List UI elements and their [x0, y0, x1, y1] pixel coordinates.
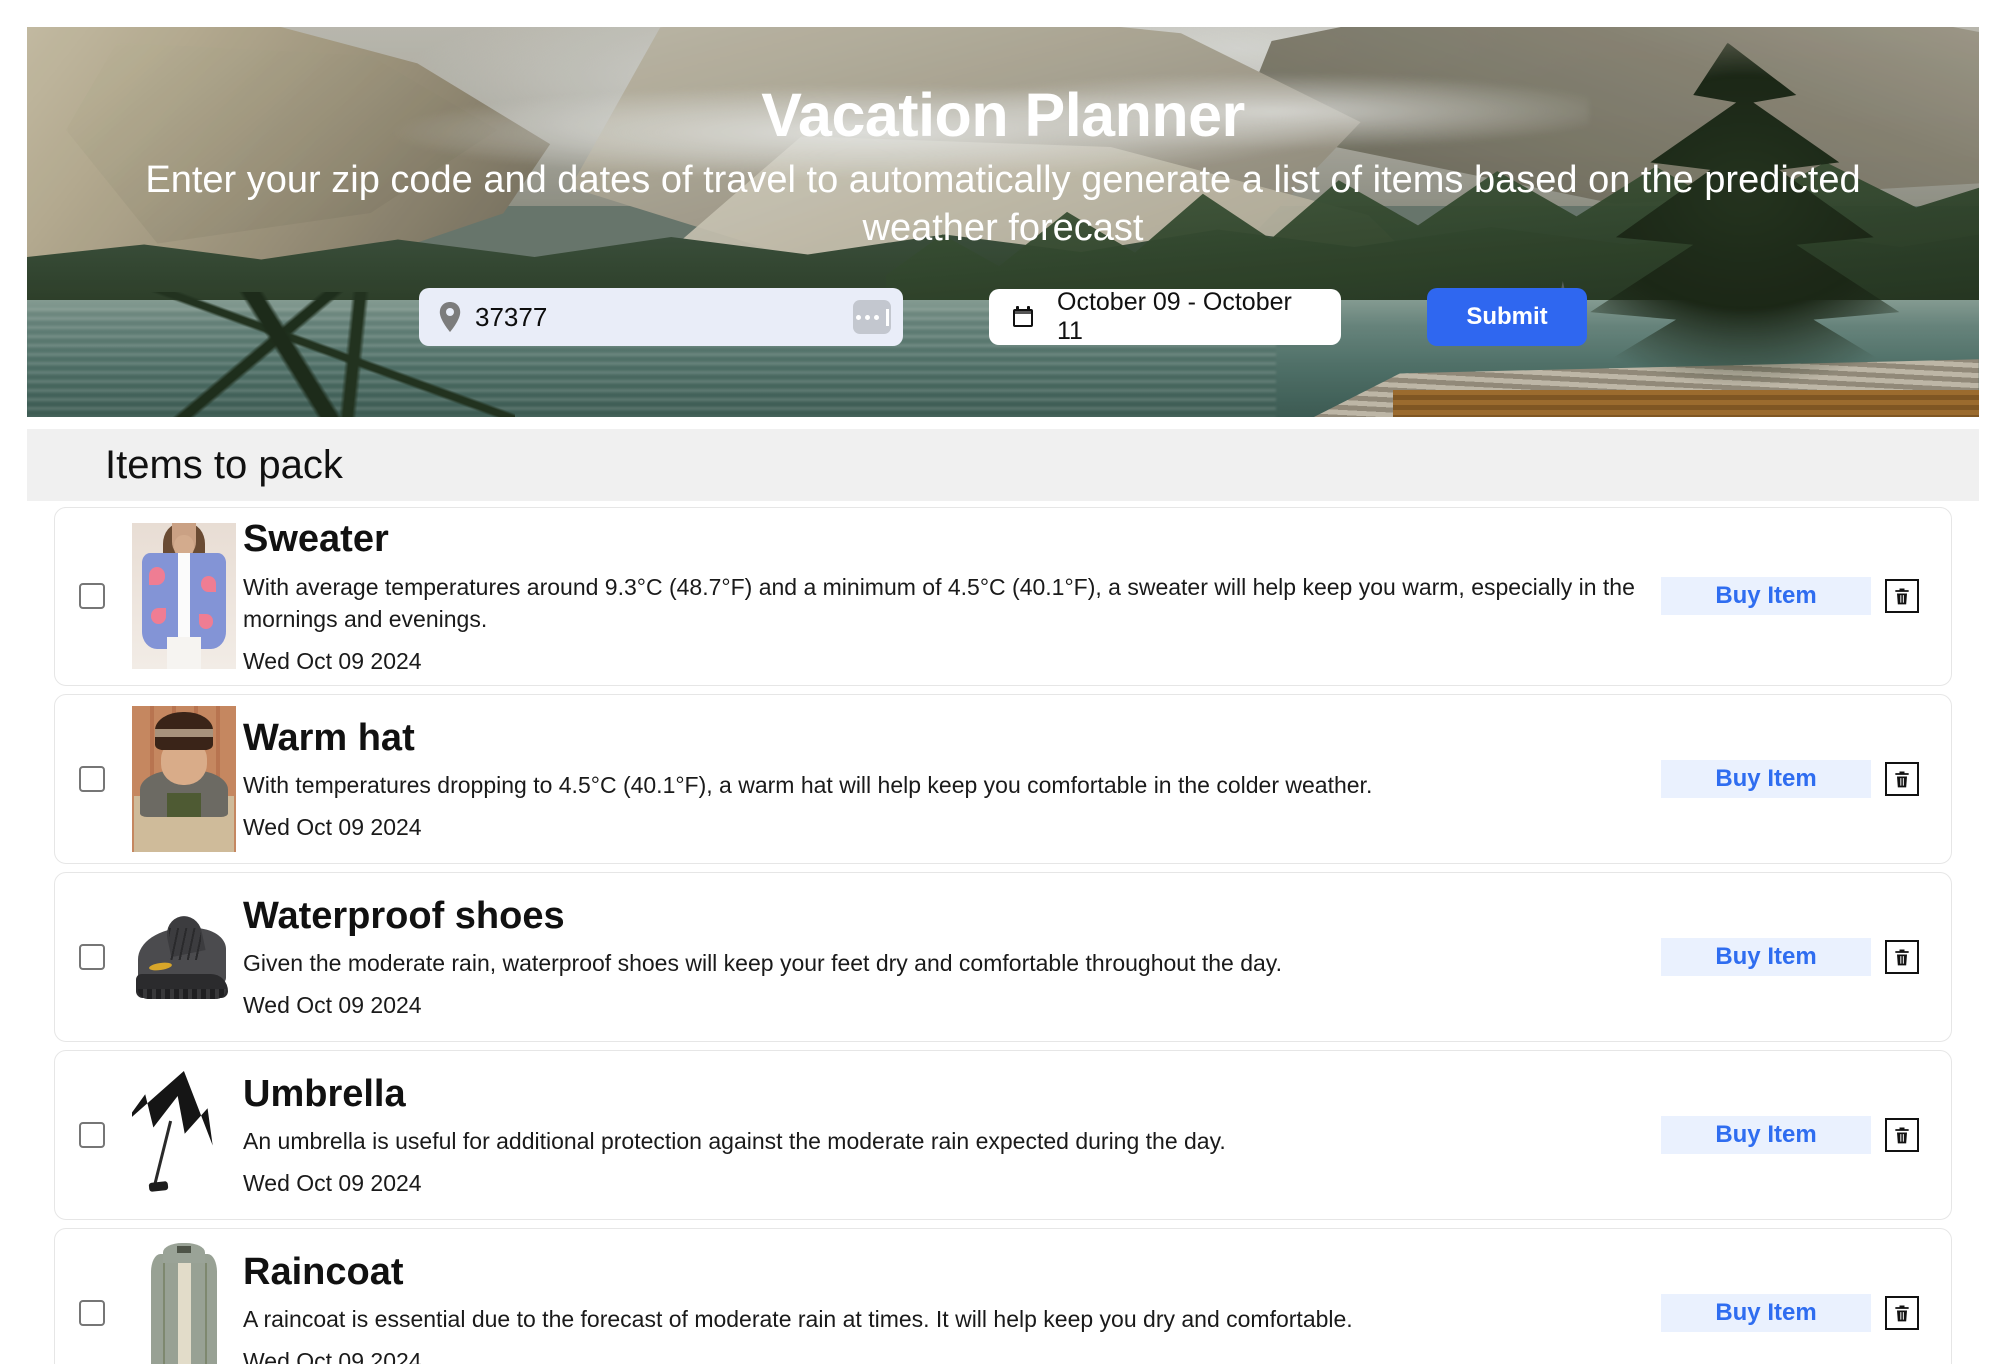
item-description: With temperatures dropping to 4.5°C (40.…	[243, 772, 1373, 799]
calendar-icon	[1011, 305, 1035, 329]
item-thumbnail	[129, 705, 239, 853]
buy-item-button[interactable]: Buy Item	[1661, 1115, 1871, 1154]
item-description: Given the moderate rain, waterproof shoe…	[243, 950, 1282, 977]
item-text-cell: Sweater With average temperatures around …	[239, 518, 1661, 675]
item-title: Raincoat	[243, 1250, 404, 1293]
trash-icon[interactable]	[1885, 579, 1919, 614]
list-header: Items to pack	[27, 429, 1979, 501]
checkbox-cell	[55, 1299, 129, 1326]
item-checkbox[interactable]	[79, 1121, 105, 1148]
item-checkbox[interactable]	[79, 1299, 105, 1326]
item-actions: Buy Item	[1661, 577, 1951, 616]
item-checkbox[interactable]	[79, 583, 105, 610]
buy-item-button[interactable]: Buy Item	[1661, 759, 1871, 798]
list-item: Umbrella An umbrella is useful for additi…	[54, 1049, 1952, 1220]
item-date: Wed Oct 09 2024	[243, 1169, 422, 1196]
item-thumbnail	[129, 1061, 239, 1209]
item-text-cell: Raincoat A raincoat is essential due to t…	[239, 1251, 1661, 1364]
trash-icon-glyph	[1895, 1305, 1909, 1322]
item-thumbnail	[129, 883, 239, 1031]
item-actions: Buy Item	[1661, 759, 1951, 798]
item-date: Wed Oct 09 2024	[243, 991, 422, 1018]
autofill-dots-icon[interactable]	[853, 300, 891, 335]
item-actions: Buy Item	[1661, 1293, 1951, 1332]
checkbox-cell	[55, 583, 129, 610]
item-date: Wed Oct 09 2024	[243, 647, 422, 674]
item-checkbox[interactable]	[79, 943, 105, 970]
item-title: Warm hat	[243, 716, 415, 759]
checkbox-cell	[55, 943, 129, 970]
trash-icon[interactable]	[1885, 939, 1919, 974]
item-actions: Buy Item	[1661, 937, 1951, 976]
trash-icon-glyph	[1895, 1127, 1909, 1144]
trash-icon-glyph	[1895, 949, 1909, 966]
list-header-title: Items to pack	[105, 442, 343, 487]
item-actions: Buy Item	[1661, 1115, 1951, 1154]
page-title: Vacation Planner	[761, 81, 1245, 149]
item-thumbnail	[129, 522, 239, 670]
item-thumbnail	[129, 1239, 239, 1364]
item-description: An umbrella is useful for additional pro…	[243, 1128, 1226, 1155]
packing-list-section: Items to pack Sweater With average temper…	[27, 429, 1979, 1364]
item-description: With average temperatures around 9.3°C (…	[243, 573, 1635, 633]
list-item: Warm hat With temperatures dropping to 4.…	[54, 693, 1952, 864]
list-item: Waterproof shoes Given the moderate rain,…	[54, 871, 1952, 1042]
item-date: Wed Oct 09 2024	[243, 1347, 422, 1364]
item-text-cell: Umbrella An umbrella is useful for additi…	[239, 1073, 1661, 1197]
trash-icon[interactable]	[1885, 761, 1919, 796]
item-title: Umbrella	[243, 1072, 406, 1115]
date-range-input[interactable]: October 09 - October 11	[1057, 288, 1319, 346]
trash-icon[interactable]	[1885, 1295, 1919, 1330]
search-form: 37377 October 09 - October 11 Submit	[419, 288, 1587, 347]
hero-banner: Vacation Planner Enter your zip code and…	[27, 27, 1979, 417]
list-item: Sweater With average temperatures around …	[54, 507, 1952, 686]
submit-button[interactable]: Submit	[1427, 288, 1587, 347]
buy-item-button[interactable]: Buy Item	[1661, 577, 1871, 616]
buy-item-button[interactable]: Buy Item	[1661, 937, 1871, 976]
location-pin-icon	[439, 302, 461, 333]
item-text-cell: Waterproof shoes Given the moderate rain,…	[239, 895, 1661, 1019]
trash-icon-glyph	[1895, 771, 1909, 788]
item-date: Wed Oct 09 2024	[243, 813, 422, 840]
item-title: Waterproof shoes	[243, 894, 565, 937]
packing-items-list: Sweater With average temperatures around …	[27, 507, 1979, 1364]
trash-icon-glyph	[1895, 588, 1909, 605]
trash-icon[interactable]	[1885, 1117, 1919, 1152]
page-subtitle: Enter your zip code and dates of travel …	[145, 159, 1861, 249]
date-range-input-wrapper[interactable]: October 09 - October 11	[989, 288, 1341, 346]
zip-input-wrapper[interactable]: 37377	[419, 288, 903, 347]
buy-item-button[interactable]: Buy Item	[1661, 1293, 1871, 1332]
item-text-cell: Warm hat With temperatures dropping to 4.…	[239, 717, 1661, 841]
checkbox-cell	[55, 1121, 129, 1148]
list-item: Raincoat A raincoat is essential due to t…	[54, 1227, 1952, 1364]
item-title: Sweater	[243, 518, 389, 560]
checkbox-cell	[55, 765, 129, 792]
item-checkbox[interactable]	[79, 765, 105, 792]
item-description: A raincoat is essential due to the forec…	[243, 1306, 1353, 1333]
zip-input[interactable]: 37377	[475, 302, 839, 333]
